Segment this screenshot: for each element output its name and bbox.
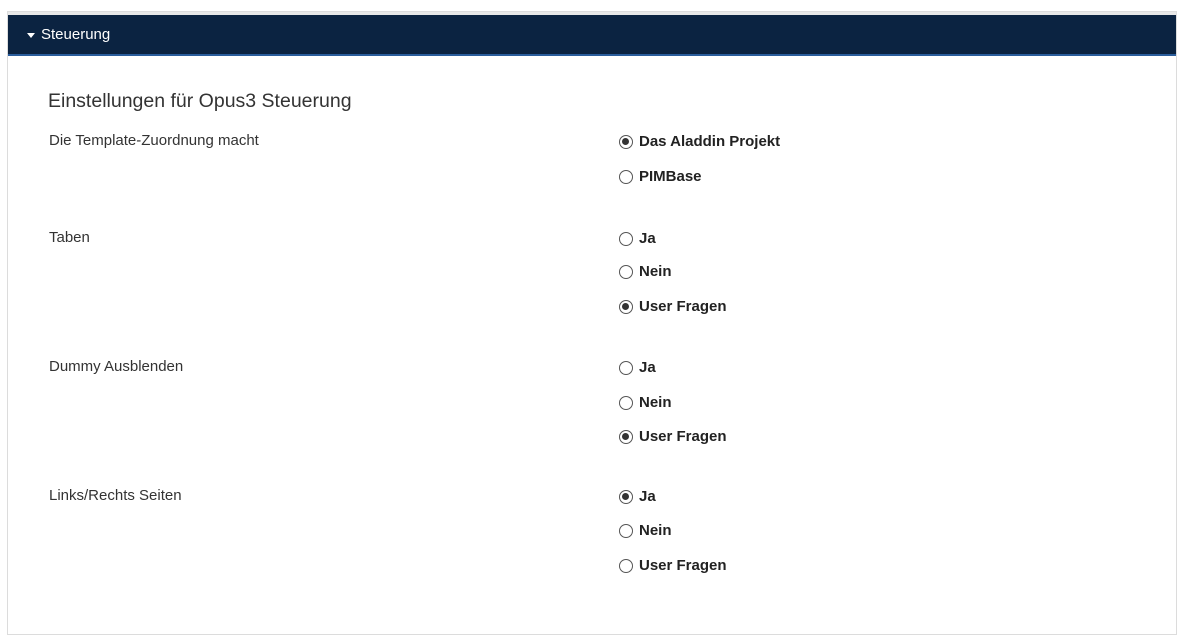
radio-option-dummy-user-fragen[interactable]: User Fragen bbox=[619, 428, 727, 445]
radio-option-das-aladdin-projekt[interactable]: Das Aladdin Projekt bbox=[619, 133, 780, 150]
caret-down-icon bbox=[27, 32, 35, 38]
radio-checked-icon[interactable] bbox=[619, 429, 633, 444]
radio-unchecked-icon[interactable] bbox=[619, 395, 633, 410]
radio-option-label: User Fragen bbox=[639, 298, 727, 315]
radio-option-dummy-ja[interactable]: Ja bbox=[619, 359, 656, 376]
setting-label-links-rechts-seiten: Links/Rechts Seiten bbox=[49, 487, 182, 504]
radio-option-seiten-user-fragen[interactable]: User Fragen bbox=[619, 557, 727, 574]
radio-unchecked-icon[interactable] bbox=[619, 523, 633, 538]
radio-option-seiten-nein[interactable]: Nein bbox=[619, 522, 672, 539]
setting-label-taben: Taben bbox=[49, 229, 90, 246]
radio-option-label: Ja bbox=[639, 359, 656, 376]
radio-option-pimbase[interactable]: PIMBase bbox=[619, 168, 702, 185]
radio-option-label: Nein bbox=[639, 263, 672, 280]
radio-unchecked-icon[interactable] bbox=[619, 558, 633, 573]
radio-option-taben-user-fragen[interactable]: User Fragen bbox=[619, 298, 727, 315]
radio-unchecked-icon[interactable] bbox=[619, 264, 633, 279]
setting-label-template-zuordnung: Die Template-Zuordnung macht bbox=[49, 132, 259, 149]
radio-checked-icon[interactable] bbox=[619, 134, 633, 149]
radio-option-label: PIMBase bbox=[639, 168, 702, 185]
radio-option-label: Ja bbox=[639, 488, 656, 505]
radio-option-seiten-ja[interactable]: Ja bbox=[619, 488, 656, 505]
setting-label-dummy-ausblenden: Dummy Ausblenden bbox=[49, 358, 184, 375]
radio-checked-icon[interactable] bbox=[619, 299, 633, 314]
radio-checked-icon[interactable] bbox=[619, 489, 633, 504]
radio-unchecked-icon[interactable] bbox=[619, 360, 633, 375]
panel-header-title: Steuerung bbox=[41, 26, 111, 43]
radio-option-label: User Fragen bbox=[639, 557, 727, 574]
radio-option-dummy-nein[interactable]: Nein bbox=[619, 394, 672, 411]
radio-option-taben-ja[interactable]: Ja bbox=[619, 230, 656, 247]
radio-option-label: Nein bbox=[639, 522, 672, 539]
panel-header-toggle[interactable]: Steuerung bbox=[8, 12, 1176, 56]
steuerung-panel: Steuerung Einstellungen für Opus3 Steuer… bbox=[7, 11, 1177, 635]
radio-option-label: User Fragen bbox=[639, 428, 727, 445]
radio-option-label: Nein bbox=[639, 394, 672, 411]
radio-option-taben-nein[interactable]: Nein bbox=[619, 263, 672, 280]
radio-unchecked-icon[interactable] bbox=[619, 169, 633, 184]
radio-option-label: Das Aladdin Projekt bbox=[639, 133, 781, 150]
section-title: Einstellungen für Opus3 Steuerung bbox=[48, 90, 352, 112]
radio-unchecked-icon[interactable] bbox=[619, 231, 633, 246]
radio-option-label: Ja bbox=[639, 230, 656, 247]
